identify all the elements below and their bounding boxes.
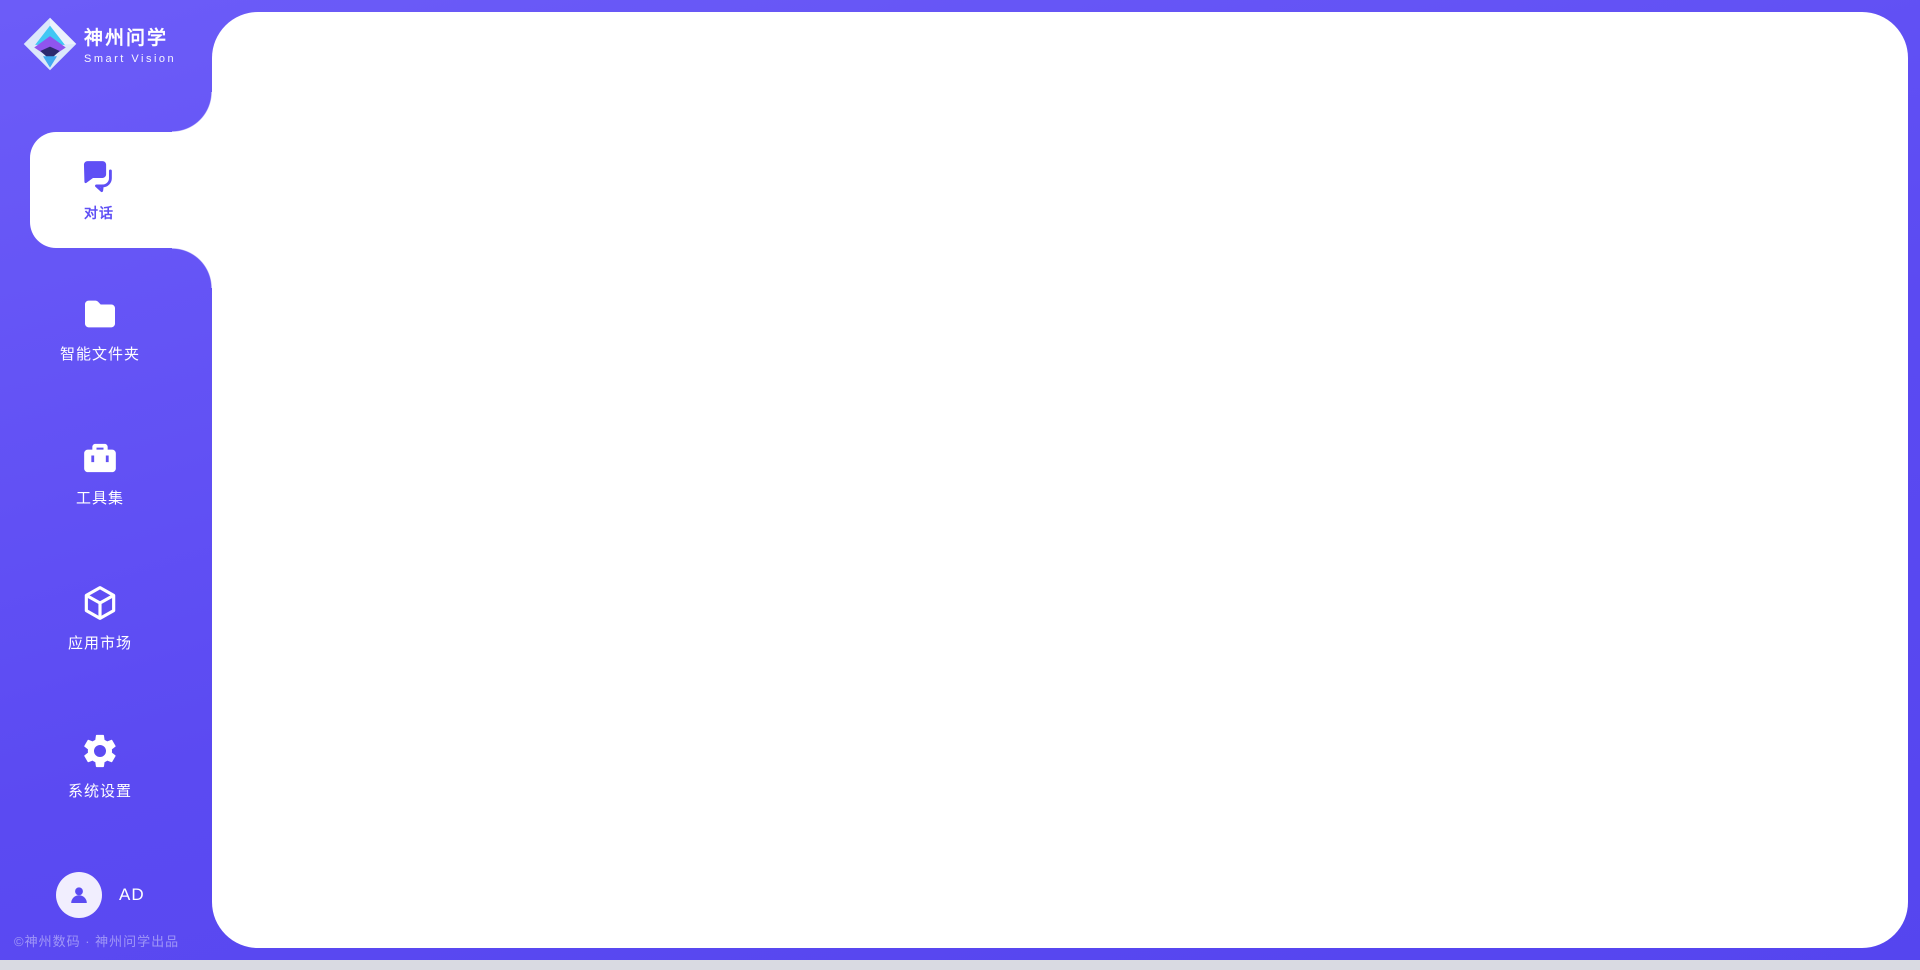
chat-icon xyxy=(80,158,118,196)
sidebar-item-chat[interactable]: 对话 xyxy=(30,132,212,248)
sidebar: 神州问学 Smart Vision 对话 智能文件夹 工具集 应用市场 系统设置 xyxy=(0,0,212,970)
active-tab-curve-bottom xyxy=(172,248,212,288)
user-name: AD xyxy=(119,885,145,905)
sidebar-item-toolset[interactable]: 工具集 xyxy=(0,438,200,508)
gear-icon xyxy=(80,731,120,771)
app-subtitle: Smart Vision xyxy=(84,53,176,65)
active-tab-curve-top xyxy=(172,92,212,132)
folder-icon xyxy=(80,294,120,334)
person-icon xyxy=(66,882,92,908)
app-logo: 神州问学 Smart Vision xyxy=(22,16,176,72)
bottom-edge-strip xyxy=(0,960,1920,970)
sidebar-item-label: 应用市场 xyxy=(68,632,132,653)
cube-icon xyxy=(80,583,120,623)
main-panel xyxy=(212,12,1908,948)
sidebar-item-smart-folder[interactable]: 智能文件夹 xyxy=(0,294,200,364)
app-title: 神州问学 xyxy=(84,23,176,50)
sidebar-item-label: 工具集 xyxy=(76,487,124,508)
sidebar-item-app-market[interactable]: 应用市场 xyxy=(0,583,200,653)
gem-logo-icon xyxy=(22,16,78,72)
copyright-footer: ©神州数码 · 神州问学出品 xyxy=(14,931,179,950)
sidebar-item-settings[interactable]: 系统设置 xyxy=(0,731,200,801)
toolbox-icon xyxy=(80,438,120,478)
app-window: 神州问学 Smart Vision 对话 智能文件夹 工具集 应用市场 系统设置 xyxy=(0,0,1920,970)
sidebar-item-label: 系统设置 xyxy=(68,780,132,801)
avatar xyxy=(56,872,102,918)
sidebar-item-label: 智能文件夹 xyxy=(60,343,140,364)
user-account[interactable]: AD xyxy=(56,872,145,918)
sidebar-item-label: 对话 xyxy=(84,203,114,223)
